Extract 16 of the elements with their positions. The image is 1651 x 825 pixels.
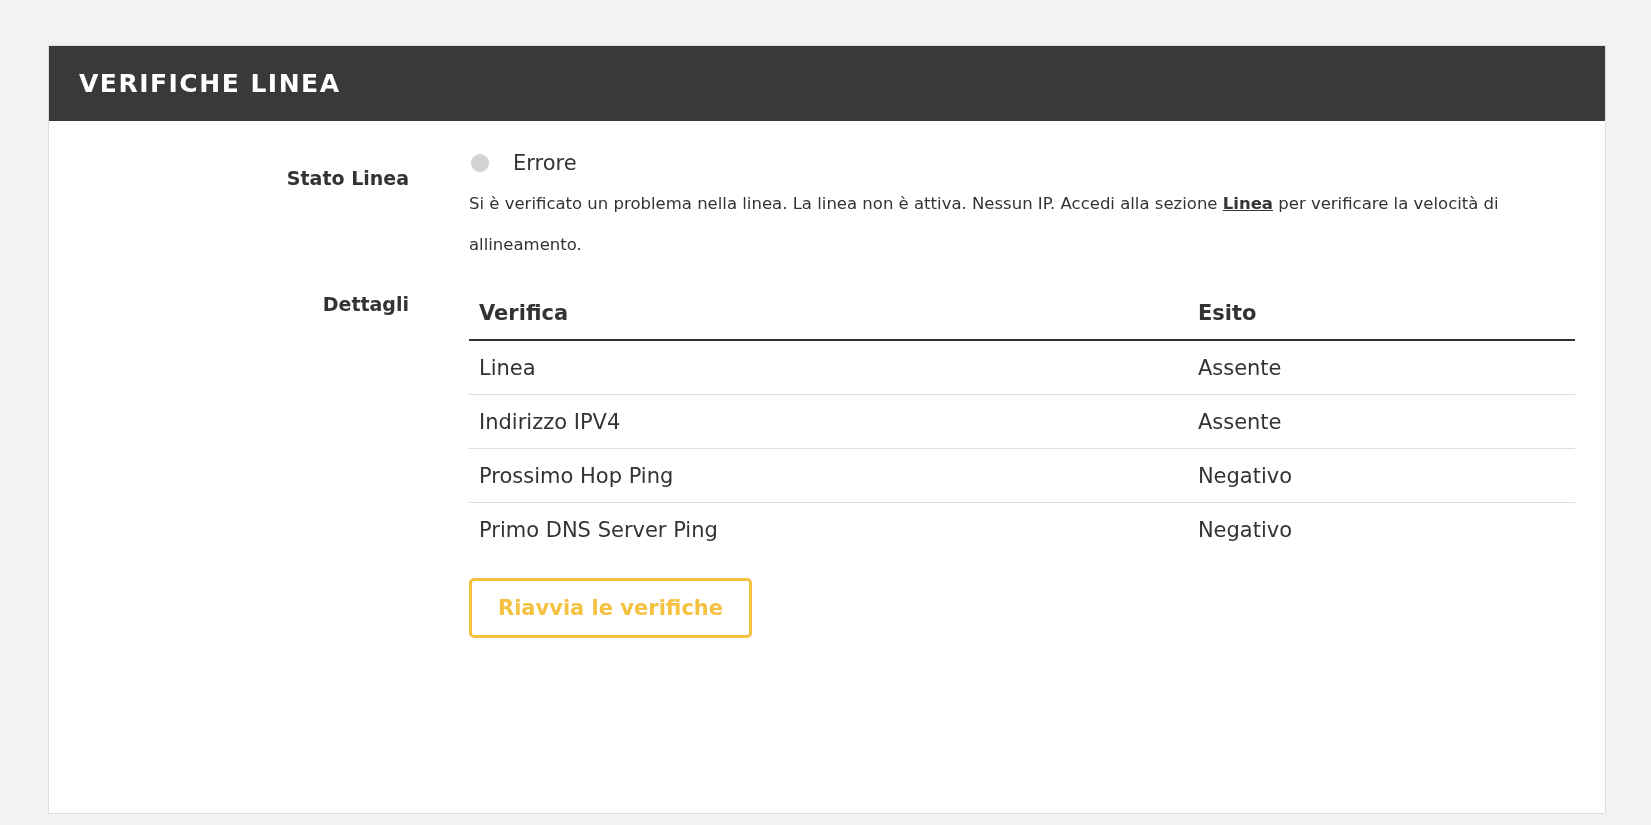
column-header: Esito	[1187, 285, 1575, 340]
table-cell: Prossimo Hop Ping	[469, 448, 1188, 503]
status-description: Si è verificato un problema nella linea. La linea non è attiva. Nessun IP. Accedi alla sezione Linea per verificare la velocità di allineamento.	[469, 193, 1500, 256]
details-label: Dettagli	[322, 293, 409, 317]
table-cell: Negativo	[1187, 448, 1575, 503]
table-cell: Assente	[1187, 340, 1575, 395]
panel-title: VERIFICHE LINEA	[79, 69, 341, 98]
table-cell: Assente	[1187, 394, 1575, 449]
column-header: Verifica	[469, 285, 1188, 340]
table-cell: Linea	[469, 340, 1188, 395]
table-cell: Primo DNS Server Ping	[469, 502, 1188, 556]
line-link[interactable]: Linea	[1222, 194, 1273, 213]
status-value: Errore	[513, 151, 577, 175]
table-cell: Indirizzo IPV4	[469, 394, 1188, 449]
table-cell: Negativo	[1187, 502, 1575, 556]
status-label: Stato Linea	[286, 167, 409, 191]
